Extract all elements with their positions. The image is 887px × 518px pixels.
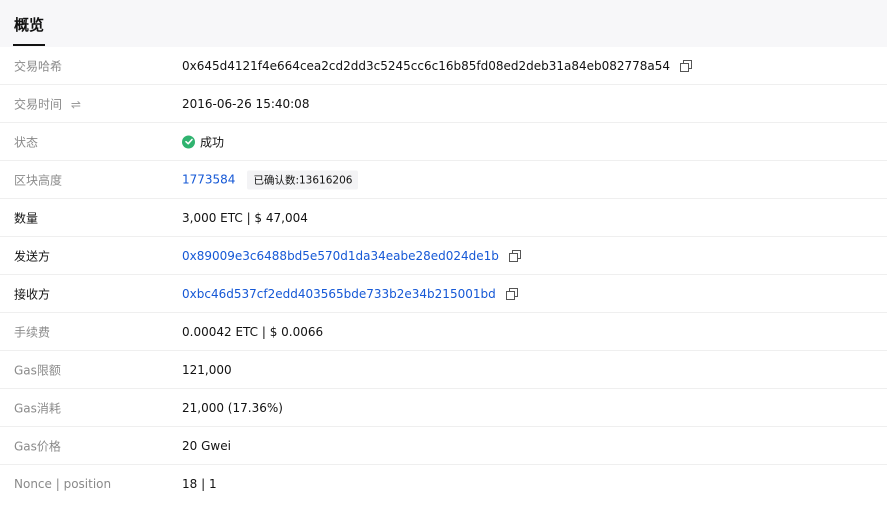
amount-label: 数量 <box>14 211 39 225</box>
swap-icon[interactable]: ⇌ <box>71 97 81 111</box>
copy-icon[interactable] <box>680 59 693 72</box>
row-status: 状态 成功 <box>0 123 887 161</box>
gas-price-label: Gas价格 <box>14 439 61 453</box>
from-value-wrap: 0x89009e3c6488bd5e570d1da34eabe28ed024de… <box>182 249 521 263</box>
row-amount: 数量 3,000 ETC | $ 47,004 <box>0 199 887 237</box>
check-circle-icon <box>182 135 195 148</box>
fee-value: 0.00042 ETC | $ 0.0066 <box>182 324 324 339</box>
gas-limit-label: Gas限额 <box>14 363 61 377</box>
block-height-link[interactable]: 1773584 <box>182 173 235 187</box>
active-tab-indicator <box>13 44 45 46</box>
gas-used-label: Gas消耗 <box>14 401 61 415</box>
row-fee: 手续费 0.00042 ETC | $ 0.0066 <box>0 313 887 351</box>
gas-price-value: 20 Gwei <box>182 438 231 453</box>
row-gas-used: Gas消耗 21,000 (17.36%) <box>0 389 887 427</box>
tab-overview[interactable]: 概览 <box>14 14 44 35</box>
block-height-value-wrap: 1773584 已确认数:13616206 <box>182 170 359 189</box>
nonce-label: Nonce | position <box>14 476 112 491</box>
tx-time-label: 交易时间 <box>14 97 63 111</box>
transaction-details: 交易哈希 0x645d4121f4e664cea2cd2dd3c5245cc6c… <box>0 47 887 502</box>
copy-icon[interactable] <box>508 249 521 262</box>
nonce-value: 18 | 1 <box>182 476 217 491</box>
row-from: 发送方 0x89009e3c6488bd5e570d1da34eabe28ed0… <box>0 237 887 275</box>
to-value-wrap: 0xbc46d537cf2edd403565bde733b2e34b215001… <box>182 287 518 301</box>
block-height-label: 区块高度 <box>14 173 63 187</box>
row-nonce: Nonce | position 18 | 1 <box>0 465 887 502</box>
amount-value: 3,000 ETC | $ 47,004 <box>182 210 308 225</box>
copy-icon[interactable] <box>505 287 518 300</box>
row-tx-time: 交易时间 ⇌ 2016-06-26 15:40:08 <box>0 85 887 123</box>
tx-time-value: 2016-06-26 15:40:08 <box>182 96 310 111</box>
from-address-link[interactable]: 0x89009e3c6488bd5e570d1da34eabe28ed024de… <box>182 249 499 263</box>
row-gas-price: Gas价格 20 Gwei <box>0 427 887 465</box>
fee-label: 手续费 <box>14 325 51 339</box>
tx-hash-value: 0x645d4121f4e664cea2cd2dd3c5245cc6c16b85… <box>182 58 671 73</box>
to-address-link[interactable]: 0xbc46d537cf2edd403565bde733b2e34b215001… <box>182 287 496 301</box>
row-tx-hash: 交易哈希 0x645d4121f4e664cea2cd2dd3c5245cc6c… <box>0 47 887 85</box>
from-label: 发送方 <box>14 249 51 263</box>
row-gas-limit: Gas限额 121,000 <box>0 351 887 389</box>
tx-time-label-wrap: 交易时间 ⇌ <box>14 95 81 112</box>
gas-limit-value: 121,000 <box>182 362 232 377</box>
to-label: 接收方 <box>14 287 51 301</box>
status-value-wrap: 成功 <box>182 133 224 150</box>
status-label: 状态 <box>14 135 39 149</box>
status-value: 成功 <box>200 135 225 149</box>
tx-hash-label: 交易哈希 <box>14 59 63 73</box>
confirmations-badge: 已确认数:13616206 <box>247 170 359 189</box>
tab-bar: 概览 <box>0 0 887 47</box>
gas-used-value: 21,000 (17.36%) <box>182 400 283 415</box>
row-block-height: 区块高度 1773584 已确认数:13616206 <box>0 161 887 199</box>
tx-hash-value-wrap: 0x645d4121f4e664cea2cd2dd3c5245cc6c16b85… <box>182 58 693 73</box>
row-to: 接收方 0xbc46d537cf2edd403565bde733b2e34b21… <box>0 275 887 313</box>
